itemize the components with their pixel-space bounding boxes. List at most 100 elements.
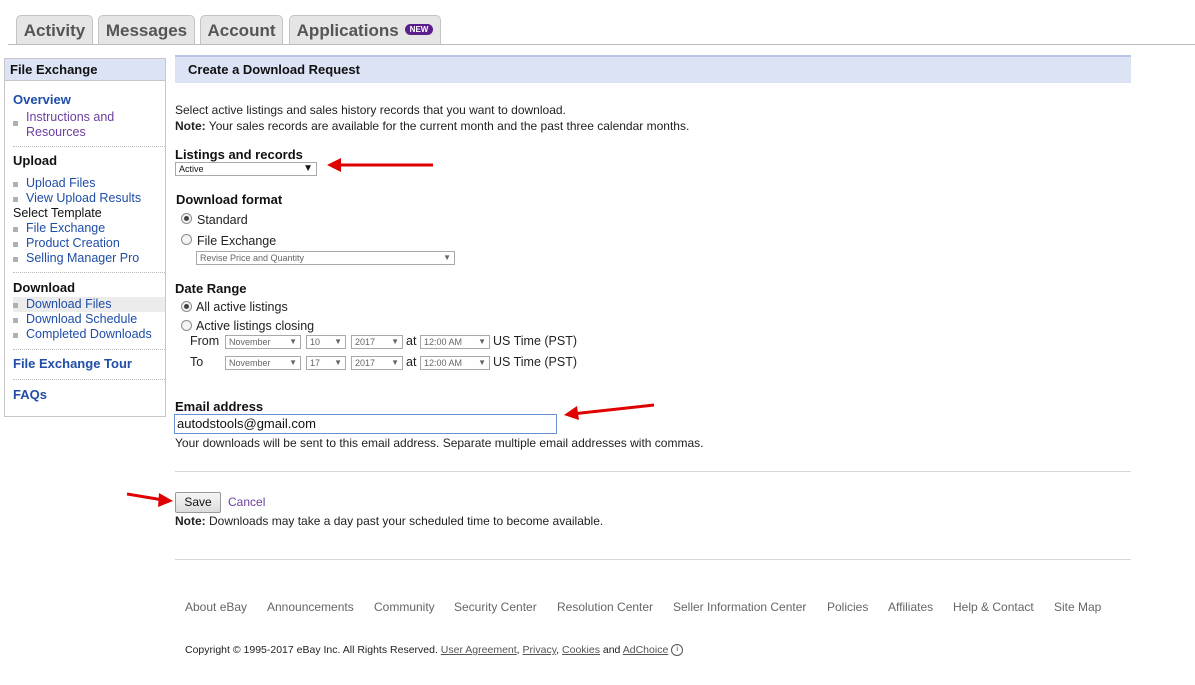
- tab-label: Account: [207, 21, 276, 40]
- radio-all-active-label: All active listings: [196, 300, 288, 314]
- sidebar-item-download-schedule[interactable]: Download Schedule: [26, 312, 137, 327]
- divider: [13, 146, 165, 147]
- select-value: 17: [310, 358, 321, 368]
- annotation-arrow-icon: [126, 492, 173, 507]
- user-agreement-link[interactable]: User Agreement: [441, 644, 517, 656]
- format-sub-select[interactable]: Revise Price and Quantity ▼: [196, 251, 455, 265]
- divider: [175, 559, 1131, 560]
- sidebar-item-instructions[interactable]: Instructions and Resources: [26, 110, 114, 140]
- footer-link-resolution-center[interactable]: Resolution Center: [557, 600, 653, 614]
- footer-link-announcements[interactable]: Announcements: [267, 600, 354, 614]
- radio-standard[interactable]: [181, 213, 192, 224]
- radio-file-exchange[interactable]: [181, 234, 192, 245]
- privacy-link[interactable]: Privacy: [523, 644, 557, 656]
- from-label: From: [190, 334, 220, 348]
- note-label: Note:: [175, 119, 206, 133]
- sidebar-item-tour[interactable]: File Exchange Tour: [13, 356, 132, 371]
- bottom-note: Note: Downloads may take a day past your…: [175, 514, 603, 528]
- bullet-icon: [13, 257, 18, 262]
- tab-label: Activity: [23, 21, 86, 40]
- select-value: 12:00 AM: [424, 337, 463, 347]
- divider: [13, 272, 165, 273]
- select-value: Revise Price and Quantity: [200, 253, 305, 263]
- chevron-down-icon: ▼: [478, 358, 486, 367]
- to-day-select[interactable]: 17 ▼: [306, 356, 346, 370]
- radio-all-active[interactable]: [181, 301, 192, 312]
- radio-active-closing-label: Active listings closing: [196, 319, 315, 333]
- from-day-select[interactable]: 10 ▼: [306, 335, 346, 349]
- footer-link-help-contact[interactable]: Help & Contact: [953, 600, 1034, 614]
- from-year-select[interactable]: 2017 ▼: [351, 335, 403, 349]
- to-year-select[interactable]: 2017 ▼: [351, 356, 403, 370]
- note-label: Note:: [175, 514, 206, 528]
- sidebar-item-overview[interactable]: Overview: [13, 92, 71, 107]
- footer-link-security-center[interactable]: Security Center: [454, 600, 537, 614]
- bullet-icon: [13, 227, 18, 232]
- from-time-select[interactable]: 12:00 AM ▼: [420, 335, 490, 349]
- chevron-down-icon: ▼: [391, 358, 399, 367]
- select-template-label: Select Template: [13, 206, 102, 220]
- sidebar-item-faqs[interactable]: FAQs: [13, 387, 47, 402]
- select-value: 10: [310, 337, 321, 347]
- sidebar-item-view-upload-results[interactable]: View Upload Results: [26, 191, 141, 206]
- select-value: Active: [179, 164, 204, 174]
- bullet-icon: [13, 182, 18, 187]
- note-text: Note: Your sales records are available f…: [175, 119, 689, 133]
- divider: [13, 349, 165, 350]
- sidebar-item-product-creation[interactable]: Product Creation: [26, 236, 120, 251]
- email-help-text: Your downloads will be sent to this emai…: [175, 436, 704, 450]
- cancel-link[interactable]: Cancel: [228, 495, 265, 509]
- sidebar-item-completed-downloads[interactable]: Completed Downloads: [26, 327, 152, 342]
- tab-messages[interactable]: Messages: [98, 15, 195, 44]
- select-value: 12:00 AM: [424, 358, 463, 368]
- bullet-icon: [13, 303, 18, 308]
- save-button[interactable]: Save: [175, 492, 221, 513]
- chevron-down-icon: ▼: [289, 337, 297, 346]
- tab-label: Messages: [105, 21, 188, 40]
- section-download: Download: [13, 280, 76, 295]
- adchoice-link[interactable]: AdChoice: [623, 644, 669, 656]
- footer-link-about[interactable]: About eBay: [185, 600, 247, 614]
- select-value: 2017: [355, 358, 376, 368]
- radio-file-exchange-label: File Exchange: [197, 234, 277, 248]
- footer-link-seller-info-center[interactable]: Seller Information Center: [673, 600, 806, 614]
- to-time-select[interactable]: 12:00 AM ▼: [420, 356, 490, 370]
- adchoice-icon[interactable]: i: [671, 644, 684, 657]
- tab-activity[interactable]: Activity: [16, 15, 93, 44]
- radio-active-closing[interactable]: [181, 320, 192, 331]
- cookies-link[interactable]: Cookies: [562, 644, 600, 656]
- chevron-down-icon: ▼: [334, 358, 342, 367]
- annotation-arrow-icon: [564, 403, 655, 420]
- page-title: Create a Download Request: [175, 55, 1131, 83]
- bullet-icon: [13, 121, 18, 126]
- format-label: Download format: [176, 192, 283, 207]
- tab-applications[interactable]: Applications NEW: [289, 15, 441, 44]
- note-body: Downloads may take a day past your sched…: [205, 514, 604, 528]
- radio-standard-label: Standard: [197, 213, 248, 227]
- to-label: To: [190, 355, 204, 369]
- email-label: Email address: [175, 399, 264, 414]
- sidebar: File Exchange Overview Instructions and …: [4, 58, 166, 417]
- email-field[interactable]: autodstools@gmail.com: [174, 414, 557, 434]
- tab-label: Applications: [296, 21, 399, 40]
- footer-link-community[interactable]: Community: [374, 600, 435, 614]
- intro-text: Select active listings and sales history…: [175, 103, 566, 117]
- bullet-icon: [13, 318, 18, 323]
- footer-link-affiliates[interactable]: Affiliates: [888, 600, 933, 614]
- listings-label: Listings and records: [175, 147, 303, 162]
- to-month-select[interactable]: November ▼: [225, 356, 301, 370]
- sidebar-item-label: Instructions and: [26, 110, 115, 124]
- sidebar-item-upload-files[interactable]: Upload Files: [26, 176, 95, 191]
- sidebar-item-download-files[interactable]: Download Files: [26, 297, 111, 312]
- footer-link-site-map[interactable]: Site Map: [1054, 600, 1101, 614]
- from-month-select[interactable]: November ▼: [225, 335, 301, 349]
- timezone-label: US Time (PST): [493, 355, 578, 369]
- tab-account[interactable]: Account: [200, 15, 283, 44]
- chevron-down-icon: ▼: [303, 163, 313, 174]
- date-range-label: Date Range: [175, 281, 247, 296]
- bullet-icon: [13, 197, 18, 202]
- listings-select[interactable]: Active ▼: [175, 162, 317, 176]
- footer-link-policies[interactable]: Policies: [827, 600, 868, 614]
- sidebar-item-file-exchange[interactable]: File Exchange: [26, 221, 105, 236]
- sidebar-item-selling-manager-pro[interactable]: Selling Manager Pro: [26, 251, 139, 266]
